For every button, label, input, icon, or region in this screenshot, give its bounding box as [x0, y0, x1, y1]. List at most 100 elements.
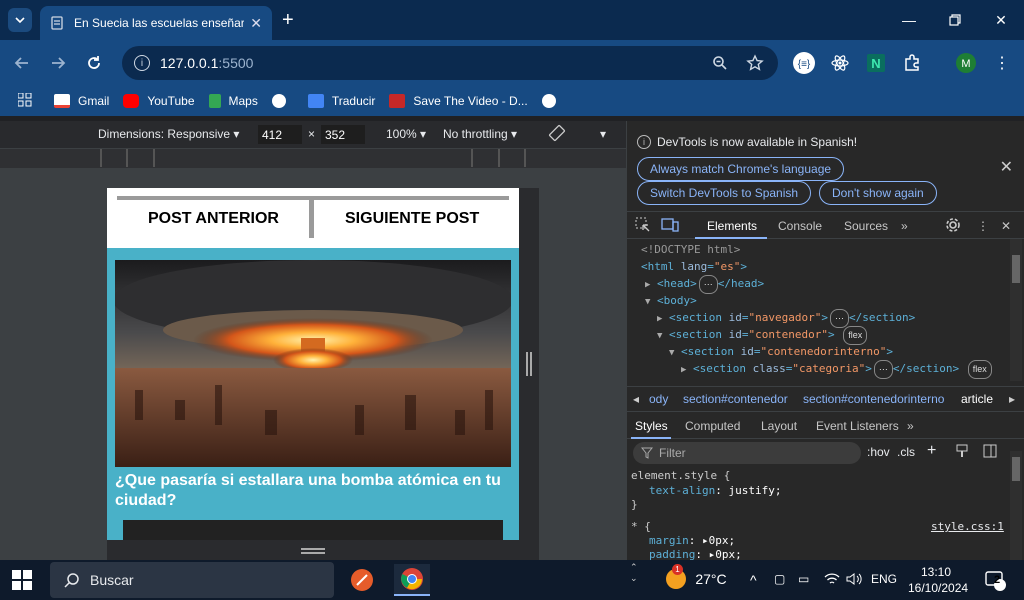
crumb-contenedorinterno[interactable]: section#contenedorinterno	[803, 392, 944, 406]
styles-filter-input[interactable]: Filter	[633, 442, 861, 464]
language-indicator[interactable]: ENG	[871, 572, 897, 586]
more-options-icon[interactable]: ▾	[600, 127, 606, 141]
bookmark-globe-2[interactable]	[541, 94, 564, 108]
n-extension-icon[interactable]: N	[864, 51, 888, 75]
styles-scrollbar[interactable]	[1010, 451, 1022, 560]
height-input[interactable]	[321, 125, 365, 144]
bookmark-gmail[interactable]: Gmail	[54, 94, 109, 108]
crumb-scroll-left-icon[interactable]: ◂	[633, 392, 639, 406]
tab-computed[interactable]: Computed	[685, 419, 740, 433]
chrome-menu-icon[interactable]: ⋮	[990, 51, 1014, 75]
forward-button[interactable]	[46, 51, 70, 75]
bookmark-youtube[interactable]: YouTube	[123, 94, 195, 108]
browser-tab[interactable]: En Suecia las escuelas enseñara ✕	[40, 6, 272, 40]
crumb-scroll-right-icon[interactable]: ▸	[1009, 392, 1015, 406]
width-input[interactable]	[258, 125, 302, 144]
profile-avatar[interactable]: M	[954, 51, 978, 75]
dom-line-html[interactable]: <html lang="es">	[641, 258, 747, 275]
switch-to-spanish-button[interactable]: Switch DevTools to Spanish	[637, 181, 812, 205]
windows-start-icon[interactable]	[12, 570, 32, 590]
throttling-dropdown[interactable]: No throttling ▾	[443, 127, 517, 141]
tab-layout[interactable]: Layout	[761, 419, 797, 433]
style-source-link[interactable]: style.css:1	[931, 520, 1004, 534]
close-window-button[interactable]: ✕	[978, 8, 1024, 32]
wifi-icon[interactable]	[824, 572, 840, 589]
rotate-icon[interactable]	[548, 124, 566, 145]
tray-chevron-up-icon[interactable]: ^	[750, 572, 757, 588]
dont-show-again-button[interactable]: Don't show again	[819, 181, 937, 205]
crumb-body[interactable]: ody	[649, 392, 668, 406]
cls-toggle[interactable]: .cls	[897, 445, 915, 459]
bookmark-maps[interactable]: Maps	[208, 94, 258, 108]
inspect-element-icon[interactable]	[635, 217, 651, 236]
settings-gear-icon[interactable]	[945, 217, 961, 236]
devtools-menu-icon[interactable]: ⋮	[977, 219, 989, 233]
tray-device-icon[interactable]: ▢	[774, 572, 785, 586]
clock[interactable]: 13:10 16/10/2024	[908, 564, 968, 596]
apps-grid-icon[interactable]	[17, 92, 32, 110]
restore-button[interactable]	[932, 8, 978, 32]
tab-styles[interactable]: Styles	[635, 419, 668, 433]
sidebar-toggle-icon[interactable]	[983, 444, 997, 461]
taskbar-app-pen[interactable]	[344, 564, 380, 596]
crumb-article[interactable]: article	[961, 392, 993, 406]
bookmark-traducir[interactable]: Traducir	[307, 94, 375, 108]
crumb-contenedor[interactable]: section#contenedor	[683, 392, 788, 406]
pen-app-icon	[351, 569, 373, 591]
article-title[interactable]: ¿Que pasaría si estallara una bomba atóm…	[115, 471, 511, 511]
taskbar-search-box[interactable]: Buscar	[50, 562, 334, 598]
viewport-resize-handle-bottom[interactable]	[107, 540, 539, 560]
tab-elements[interactable]: Elements	[707, 219, 757, 233]
tab-search-button[interactable]	[8, 8, 32, 32]
dom-tree-scrollbar[interactable]	[1010, 239, 1022, 381]
weather-widget[interactable]: 1 27°C	[666, 564, 727, 589]
site-info-icon[interactable]: i	[134, 55, 150, 71]
close-devtools-icon[interactable]: ✕	[1001, 219, 1011, 233]
tray-overflow-icons[interactable]: ⌃ ⌄	[630, 562, 638, 584]
style-prop-margin[interactable]: margin: ▸0px;	[649, 534, 735, 548]
back-button[interactable]	[10, 51, 34, 75]
more-panes-icon[interactable]: »	[907, 419, 914, 433]
next-post-link[interactable]: SIGUIENTE POST	[345, 210, 479, 228]
extension-json-icon[interactable]: {≡}	[792, 51, 816, 75]
viewport-resize-handle-right[interactable]	[519, 188, 539, 540]
device-toggle-icon[interactable]	[661, 217, 679, 236]
tab-console[interactable]: Console	[778, 219, 822, 233]
new-tab-button[interactable]: +	[282, 9, 294, 32]
dom-line-doctype[interactable]: <!DOCTYPE html>	[641, 241, 740, 258]
react-devtools-icon[interactable]	[828, 51, 852, 75]
bookmark-star-icon[interactable]	[746, 54, 764, 72]
reload-icon	[88, 56, 100, 69]
device-toolbar: Dimensions: Responsive ▾ × 100% ▾ No thr…	[0, 121, 626, 148]
svg-text:{≡}: {≡}	[798, 59, 811, 70]
reload-button[interactable]	[82, 51, 106, 75]
tab-sources[interactable]: Sources	[844, 219, 888, 233]
paint-brush-icon[interactable]	[955, 444, 969, 461]
volume-icon[interactable]	[846, 572, 862, 589]
close-tab-icon[interactable]: ✕	[250, 15, 262, 32]
styles-filter-row: Filter :hov .cls +	[627, 439, 1024, 467]
new-style-rule-icon[interactable]: +	[927, 442, 936, 460]
taskbar-app-chrome[interactable]	[394, 564, 430, 596]
notifications-icon[interactable]: 2	[984, 569, 1006, 594]
dimensions-dropdown[interactable]: Dimensions: Responsive ▾	[98, 127, 239, 141]
bookmark-save-the-video[interactable]: Save The Video - D...	[389, 94, 528, 108]
zoom-dropdown[interactable]: 100% ▾	[386, 127, 426, 141]
more-tabs-icon[interactable]: »	[901, 219, 908, 233]
extensions-puzzle-icon[interactable]	[900, 51, 924, 75]
zoom-icon[interactable]	[712, 55, 728, 71]
emulated-page: POST ANTERIOR SIGUIENTE POST ¿Que pasarí…	[107, 188, 519, 540]
bookmark-globe-1[interactable]	[271, 94, 294, 108]
close-infobar-icon[interactable]: ✕	[1000, 157, 1013, 177]
dom-line-section-categoria[interactable]: ▶ <section class="categoria"> ⋯ </section>…	[681, 360, 992, 379]
minimize-button[interactable]: —	[886, 8, 932, 32]
address-bar[interactable]: i 127.0.0.1:5500	[122, 46, 778, 80]
language-infobar: i DevTools is now available in Spanish! …	[627, 121, 1024, 211]
tab-event-listeners[interactable]: Event Listeners	[816, 419, 899, 433]
tray-battery-icon[interactable]: ▭	[798, 572, 809, 586]
previous-post-link[interactable]: POST ANTERIOR	[148, 210, 279, 228]
bookmarks-bar: Gmail YouTube Maps Traducir Save The Vid…	[0, 86, 1024, 116]
hov-toggle[interactable]: :hov	[867, 445, 890, 459]
always-match-language-button[interactable]: Always match Chrome's language	[637, 157, 845, 181]
style-prop-text-align[interactable]: text-align: justify;	[649, 484, 781, 498]
